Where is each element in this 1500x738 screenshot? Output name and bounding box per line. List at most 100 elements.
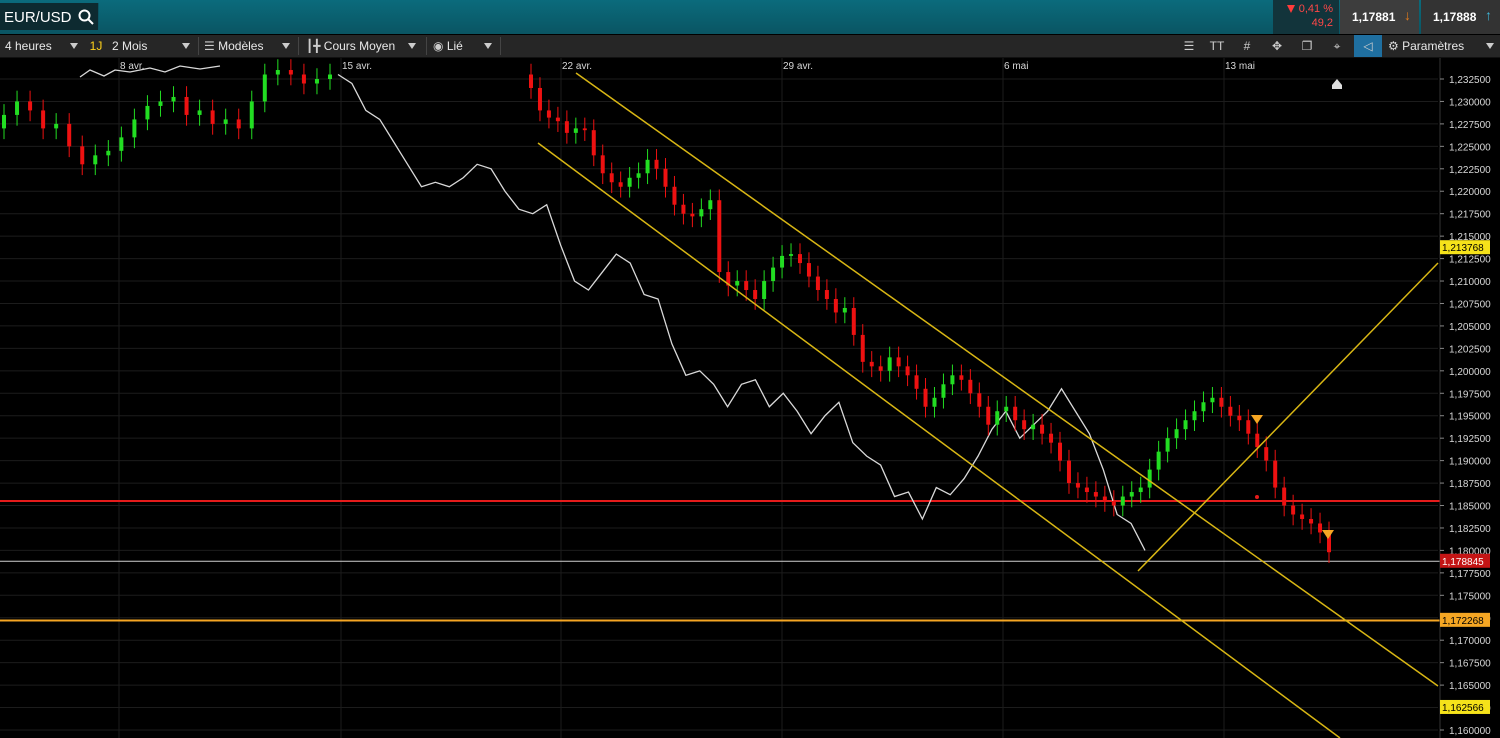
candle-body (1318, 523, 1323, 533)
link-menu[interactable]: ◉ Lié (430, 35, 498, 57)
candle-body (815, 276, 820, 291)
candle-body (851, 307, 856, 335)
candle-body (1210, 397, 1215, 403)
gear-icon: ⚙ (1388, 39, 1399, 53)
text-tool-icon[interactable]: TT (1206, 35, 1228, 57)
link-label: Lié (446, 39, 463, 53)
candle-body (132, 119, 137, 138)
candle-body (959, 375, 964, 380)
date-label: 22 avr. (562, 61, 592, 72)
axis-tick-label: 1,160000 (1449, 726, 1491, 737)
candle-body (106, 150, 111, 156)
candle-body (171, 96, 176, 102)
candle-body (896, 357, 901, 367)
candle-body (1058, 442, 1063, 461)
tag-shape-icon[interactable]: ◁ (1354, 35, 1382, 57)
toolbar-divider (298, 37, 299, 55)
header-bar: EUR/USD 0,41 % 49,2 1,17881 ↓ 1,17888 ↑ (0, 0, 1500, 34)
candle-body (600, 155, 605, 174)
down-arrow-icon (1287, 5, 1295, 13)
candle-body (708, 200, 713, 210)
candle-body (197, 110, 202, 115)
indicator-menu[interactable]: ┃╋ Cours Moyen (302, 35, 422, 57)
candle-body (905, 366, 910, 376)
date-label: 13 mai (1225, 61, 1255, 72)
average-price-line (79, 65, 1146, 551)
search-icon[interactable] (78, 9, 94, 30)
candle-body (609, 173, 614, 183)
candle-body (824, 290, 829, 299)
windows-icon[interactable]: ❐ (1296, 35, 1318, 57)
axis-tick-label: 1,207500 (1449, 299, 1491, 310)
candle-body (288, 70, 293, 75)
settings-menu[interactable]: ⚙ Paramètres (1388, 35, 1500, 57)
sell-quote-button[interactable]: 1,17881 ↓ (1340, 0, 1419, 34)
candle-body (1174, 429, 1179, 439)
candle-body (1282, 487, 1287, 506)
candle-body (797, 254, 802, 264)
candle-body (1102, 496, 1107, 502)
candle-body (663, 168, 668, 187)
candle-body (1201, 402, 1206, 412)
candle-body (941, 384, 946, 398)
candle-body (1022, 420, 1027, 430)
candle-body (546, 110, 551, 118)
candle-body (184, 96, 189, 115)
candle-body (1049, 433, 1054, 443)
candle-body (645, 159, 650, 174)
candle-body (1156, 451, 1161, 470)
templates-menu[interactable]: ☰ Modèles (202, 35, 296, 57)
candle-body (636, 173, 641, 178)
candle-body (1040, 424, 1045, 434)
axis-tick-label: 1,225000 (1449, 142, 1491, 153)
candle-body (869, 361, 874, 367)
date-label: 15 avr. (342, 61, 372, 72)
chevron-down-icon (408, 43, 416, 49)
price-tag-label: 1,213768 (1442, 243, 1484, 254)
candle-body (1111, 501, 1116, 506)
candle-body (1228, 406, 1233, 416)
interval-select[interactable]: 4 heures (0, 35, 84, 57)
candle-body (41, 110, 46, 129)
candle-body (762, 281, 767, 299)
axis-tick-label: 1,220000 (1449, 187, 1491, 198)
cursor-icon[interactable]: ⌖ (1326, 35, 1348, 57)
range-select[interactable]: 2 Mois (108, 35, 196, 57)
candle-body (1147, 469, 1152, 488)
price-axis: 1,232500 1,230000 1,227500 1,225000 1,222500… (1439, 58, 1491, 738)
candle-body (1237, 415, 1242, 421)
candle-body (1183, 420, 1188, 430)
candle-body (210, 110, 215, 124)
candle-body (753, 290, 758, 299)
axis-tick-label: 1,170000 (1449, 636, 1491, 647)
candle-body (1273, 460, 1278, 488)
axis-tick-label: 1,227500 (1449, 120, 1491, 131)
axis-tick-label: 1,200000 (1449, 367, 1491, 378)
candle-body (618, 182, 623, 187)
price-chart[interactable]: 8 avr. 15 avr. 22 avr. 29 avr. 6 mai 13 mai 1… (0, 58, 1500, 738)
crosshair-list-icon[interactable]: ☰ (1178, 35, 1200, 57)
candle-body (1165, 438, 1170, 452)
candle-body (833, 298, 838, 313)
toolbar-divider (500, 37, 501, 55)
candle-body (1004, 406, 1009, 412)
candle-body (591, 130, 596, 156)
grid-icon[interactable]: # (1236, 35, 1258, 57)
period-shortcut-button[interactable]: 1J (86, 35, 106, 57)
axis-tick-label: 1,195000 (1449, 412, 1491, 423)
buy-quote-button[interactable]: 1,17888 ↑ (1421, 0, 1500, 34)
home-marker-icon (1332, 79, 1342, 89)
chevron-down-icon (282, 43, 290, 49)
symbol-search-box[interactable]: EUR/USD (0, 3, 99, 30)
candle-body (54, 123, 59, 129)
chevron-down-icon (1486, 43, 1494, 49)
drawing-tools-icon[interactable]: ✥ (1266, 35, 1288, 57)
overlay-series-line (79, 65, 221, 78)
candle-body (968, 379, 973, 394)
trend-channel-line (1137, 262, 1439, 572)
axis-tick-label: 1,187500 (1449, 479, 1491, 490)
candle-body (1031, 424, 1036, 430)
templates-icon: ☰ (204, 39, 215, 53)
candle-body (1066, 460, 1071, 484)
eye-icon: ◉ (433, 39, 444, 53)
